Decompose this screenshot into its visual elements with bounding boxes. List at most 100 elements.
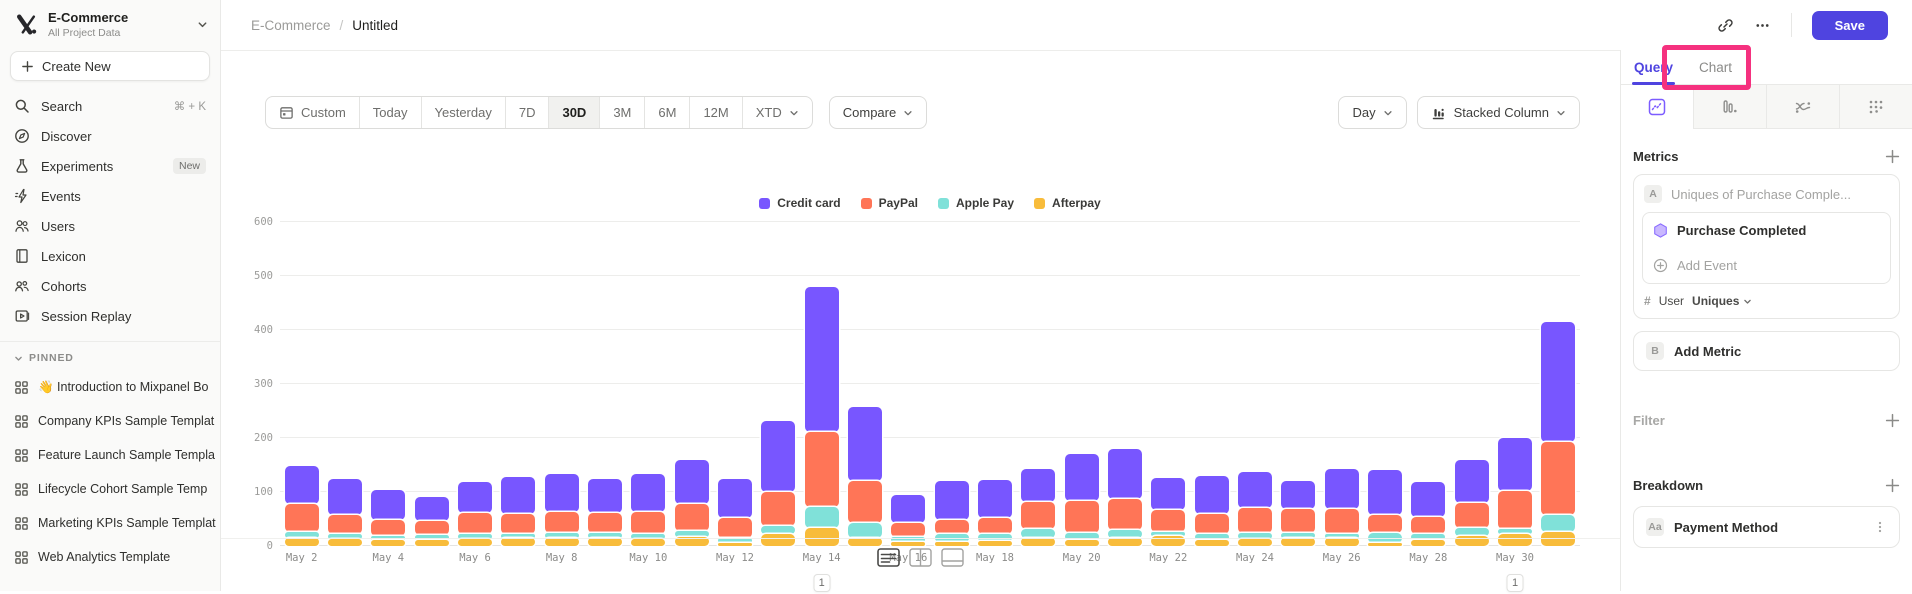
annotation-badge-may-14[interactable]: 1 xyxy=(813,574,830,592)
sidebar-item-events[interactable]: Events xyxy=(0,181,220,211)
chart-type-button[interactable]: Stacked Column xyxy=(1417,96,1580,129)
legend-item-paypal[interactable]: PayPal xyxy=(861,196,918,210)
bar-segment-paypal[interactable] xyxy=(1108,499,1142,530)
bar-segment-credit-card[interactable] xyxy=(1281,481,1315,509)
bar-segment-credit-card[interactable] xyxy=(1021,469,1055,502)
tab-query[interactable]: Query xyxy=(1634,50,1673,84)
bar-may-29[interactable] xyxy=(1455,460,1489,546)
bar-segment-paypal[interactable] xyxy=(1151,510,1185,532)
measurement-row[interactable]: # User Uniques xyxy=(1642,284,1891,310)
bar-may-25[interactable] xyxy=(1281,481,1315,546)
report-type-retention[interactable] xyxy=(1839,85,1912,129)
bar-segment-credit-card[interactable] xyxy=(1108,449,1142,499)
bar-segment-apple-pay[interactable] xyxy=(761,526,795,535)
bar-segment-paypal[interactable] xyxy=(1411,517,1445,534)
bar-segment-apple-pay[interactable] xyxy=(1455,528,1489,537)
bar-segment-credit-card[interactable] xyxy=(1498,438,1532,491)
bar-segment-paypal[interactable] xyxy=(805,432,839,507)
date-range-today[interactable]: Today xyxy=(359,97,421,128)
save-button[interactable]: Save xyxy=(1812,11,1888,40)
bar-segment-credit-card[interactable] xyxy=(1455,460,1489,503)
granularity-button[interactable]: Day xyxy=(1338,96,1406,129)
add-breakdown-plus-icon[interactable] xyxy=(1885,478,1900,493)
bar-segment-paypal[interactable] xyxy=(1065,501,1099,533)
metric-a-summary-row[interactable]: A Uniques of Purchase Comple... xyxy=(1642,183,1891,212)
bar-may-14[interactable] xyxy=(805,287,839,546)
tab-chart[interactable]: Chart xyxy=(1699,50,1732,84)
pinned-section-header[interactable]: PINNED xyxy=(0,350,220,370)
bar-segment-credit-card[interactable] xyxy=(458,482,492,513)
bar-may-24[interactable] xyxy=(1238,472,1272,546)
bar-may-3[interactable] xyxy=(328,479,362,546)
date-range-30d[interactable]: 30D xyxy=(548,97,599,128)
bar-segment-credit-card[interactable] xyxy=(761,421,795,492)
bar-segment-credit-card[interactable] xyxy=(285,466,319,504)
date-range-3m[interactable]: 3M xyxy=(599,97,644,128)
bar-segment-paypal[interactable] xyxy=(848,481,882,523)
bar-segment-paypal[interactable] xyxy=(285,504,319,532)
breakdown-item-payment-method[interactable]: Aa Payment Method xyxy=(1633,506,1900,548)
bar-segment-credit-card[interactable] xyxy=(675,460,709,504)
bar-segment-paypal[interactable] xyxy=(631,512,665,534)
metric-a-card[interactable]: A Uniques of Purchase Comple... Purchase… xyxy=(1633,174,1900,319)
bar-segment-paypal[interactable] xyxy=(588,513,622,533)
bar-segment-paypal[interactable] xyxy=(935,520,969,535)
bar-segment-credit-card[interactable] xyxy=(415,497,449,521)
bar-may-15[interactable] xyxy=(848,407,882,546)
bar-segment-credit-card[interactable] xyxy=(1368,470,1402,514)
bar-may-23[interactable] xyxy=(1195,476,1229,546)
sidebar-item-users[interactable]: Users xyxy=(0,211,220,241)
bar-may-20[interactable] xyxy=(1065,454,1099,546)
legend-item-afterpay[interactable]: Afterpay xyxy=(1034,196,1101,210)
bar-may-6[interactable] xyxy=(458,482,492,546)
bar-segment-paypal[interactable] xyxy=(1195,514,1229,535)
bar-may-27[interactable] xyxy=(1368,470,1402,546)
add-metric-plus-icon[interactable] xyxy=(1885,149,1900,164)
bar-segment-apple-pay[interactable] xyxy=(1541,515,1575,532)
bar-may-19[interactable] xyxy=(1021,469,1055,546)
bar-may-12[interactable] xyxy=(718,479,752,546)
sidebar-pinned-board[interactable]: 👋 Introduction to Mixpanel Bo xyxy=(0,370,220,404)
sidebar-item-lexicon[interactable]: Lexicon xyxy=(0,241,220,271)
bar-segment-apple-pay[interactable] xyxy=(848,523,882,538)
bar-segment-credit-card[interactable] xyxy=(1238,472,1272,508)
sidebar-item-session-replay[interactable]: Session Replay xyxy=(0,301,220,331)
bar-segment-paypal[interactable] xyxy=(1455,503,1489,528)
sidebar-pinned-board[interactable]: Lifecycle Cohort Sample Temp xyxy=(0,472,220,506)
date-range-custom[interactable]: Custom xyxy=(266,97,359,128)
bar-may-22[interactable] xyxy=(1151,478,1185,546)
sidebar-pinned-board[interactable]: Web Analytics Template xyxy=(0,540,220,574)
bar-segment-paypal[interactable] xyxy=(545,512,579,533)
event-row-purchase-completed[interactable]: Purchase Completed xyxy=(1643,213,1890,248)
date-range-xtd[interactable]: XTD xyxy=(742,97,812,128)
bar-segment-credit-card[interactable] xyxy=(631,474,665,512)
project-switcher[interactable]: E-Commerce All Project Data xyxy=(0,0,220,45)
bar-segment-credit-card[interactable] xyxy=(978,480,1012,518)
more-options-icon[interactable] xyxy=(1754,17,1771,34)
bar-segment-credit-card[interactable] xyxy=(501,477,535,514)
bar-may-28[interactable] xyxy=(1411,482,1445,546)
bar-segment-credit-card[interactable] xyxy=(1411,482,1445,517)
breadcrumb-project[interactable]: E-Commerce xyxy=(251,18,331,33)
bar-segment-paypal[interactable] xyxy=(371,520,405,536)
bar-may-17[interactable] xyxy=(935,481,969,546)
bar-segment-credit-card[interactable] xyxy=(805,287,839,431)
bar-segment-paypal[interactable] xyxy=(891,523,925,537)
layout-columns-icon[interactable] xyxy=(909,548,932,567)
bar-segment-credit-card[interactable] xyxy=(1195,476,1229,513)
sidebar-item-discover[interactable]: Discover xyxy=(0,121,220,151)
bar-segment-credit-card[interactable] xyxy=(935,481,969,519)
bar-segment-credit-card[interactable] xyxy=(848,407,882,481)
bar-segment-paypal[interactable] xyxy=(1541,442,1575,514)
bar-segment-paypal[interactable] xyxy=(415,521,449,535)
bar-segment-credit-card[interactable] xyxy=(545,474,579,512)
bar-may-9[interactable] xyxy=(588,479,622,546)
layout-rows-icon[interactable] xyxy=(877,548,900,567)
bar-may-2[interactable] xyxy=(285,466,319,546)
add-event-row[interactable]: Add Event xyxy=(1643,248,1890,283)
bar-segment-paypal[interactable] xyxy=(328,515,362,534)
bar-segment-paypal[interactable] xyxy=(1498,491,1532,529)
bar-may-26[interactable] xyxy=(1325,469,1359,546)
bar-segment-paypal[interactable] xyxy=(978,518,1012,534)
bar-segment-apple-pay[interactable] xyxy=(805,507,839,528)
